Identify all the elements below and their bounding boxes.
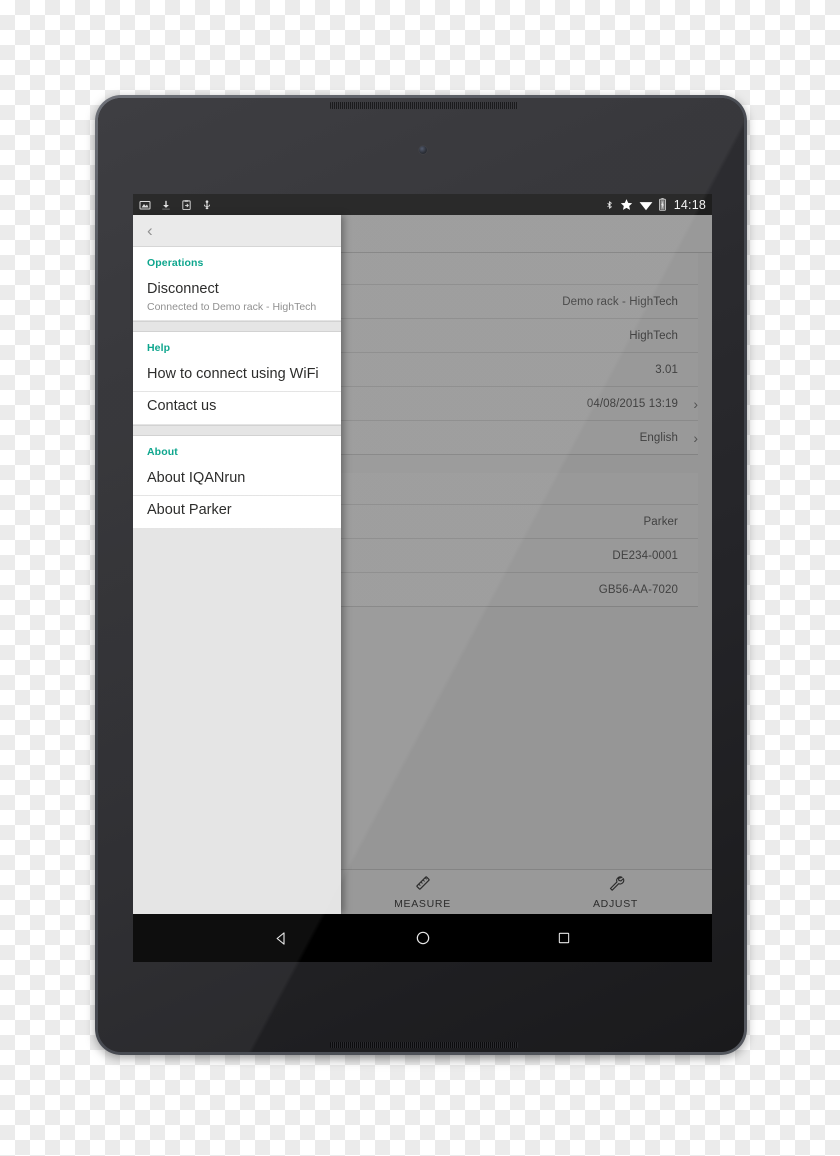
navigation-drawer: ‹ Operations Disconnect Connected to Dem… [133, 215, 341, 914]
screenshot-icon [181, 199, 192, 211]
drawer-item-title: About IQANrun [147, 469, 246, 486]
back-chevron-icon[interactable]: ‹ [147, 222, 153, 239]
tablet-device: 14:18 h System Machine ID Demo rack - Hi [95, 95, 747, 1055]
drawer-separator [133, 320, 341, 332]
star-icon [620, 198, 633, 211]
wifi-icon [639, 199, 653, 211]
gmail-icon [139, 199, 151, 211]
drawer-item-contact-us[interactable]: Contact us [133, 392, 341, 425]
home-icon[interactable] [415, 930, 431, 946]
front-camera-icon [419, 146, 427, 154]
top-speaker-grille [330, 102, 518, 109]
app-content: h System Machine ID Demo rack - HighTech… [133, 215, 712, 914]
notification-icons [139, 199, 212, 211]
back-icon[interactable] [274, 931, 289, 946]
drawer-item-subtitle: Connected to Demo rack - HighTech [147, 300, 317, 313]
drawer-group-header-help: Help [147, 341, 171, 354]
drawer-item-title: Disconnect [147, 281, 219, 297]
bottom-speaker-grille [330, 1042, 518, 1048]
drawer-item-disconnect[interactable]: Disconnect Connected to Demo rack - High… [133, 275, 341, 321]
status-bar-time: 14:18 [673, 197, 706, 212]
battery-icon [658, 198, 666, 211]
bluetooth-icon [605, 198, 614, 212]
drawer-item-title: How to connect using WiFi [147, 365, 319, 382]
tablet-bezel: 14:18 h System Machine ID Demo rack - Hi [98, 98, 744, 1052]
drawer-group-header-about: About [147, 445, 178, 458]
device-screen: 14:18 h System Machine ID Demo rack - Hi [133, 194, 712, 962]
drawer-header: ‹ [133, 215, 341, 247]
drawer-separator [133, 424, 341, 436]
android-navigation-bar [133, 914, 712, 962]
drawer-item-about-parker[interactable]: About Parker [133, 496, 341, 529]
status-bar: 14:18 [133, 194, 712, 215]
drawer-list: Operations Disconnect Connected to Demo … [133, 247, 341, 529]
drawer-item-about-iqanrun[interactable]: About IQANrun [133, 464, 341, 497]
drawer-group-header-operations: Operations [147, 257, 204, 269]
download-icon [161, 199, 171, 211]
recents-icon[interactable] [557, 931, 571, 945]
drawer-item-title: About Parker [147, 502, 232, 519]
drawer-item-title: Contact us [147, 398, 217, 415]
system-status-icons: 14:18 [605, 198, 706, 212]
drawer-item-how-to-connect-using-wifi[interactable]: How to connect using WiFi [133, 360, 341, 393]
usb-icon [202, 199, 212, 211]
